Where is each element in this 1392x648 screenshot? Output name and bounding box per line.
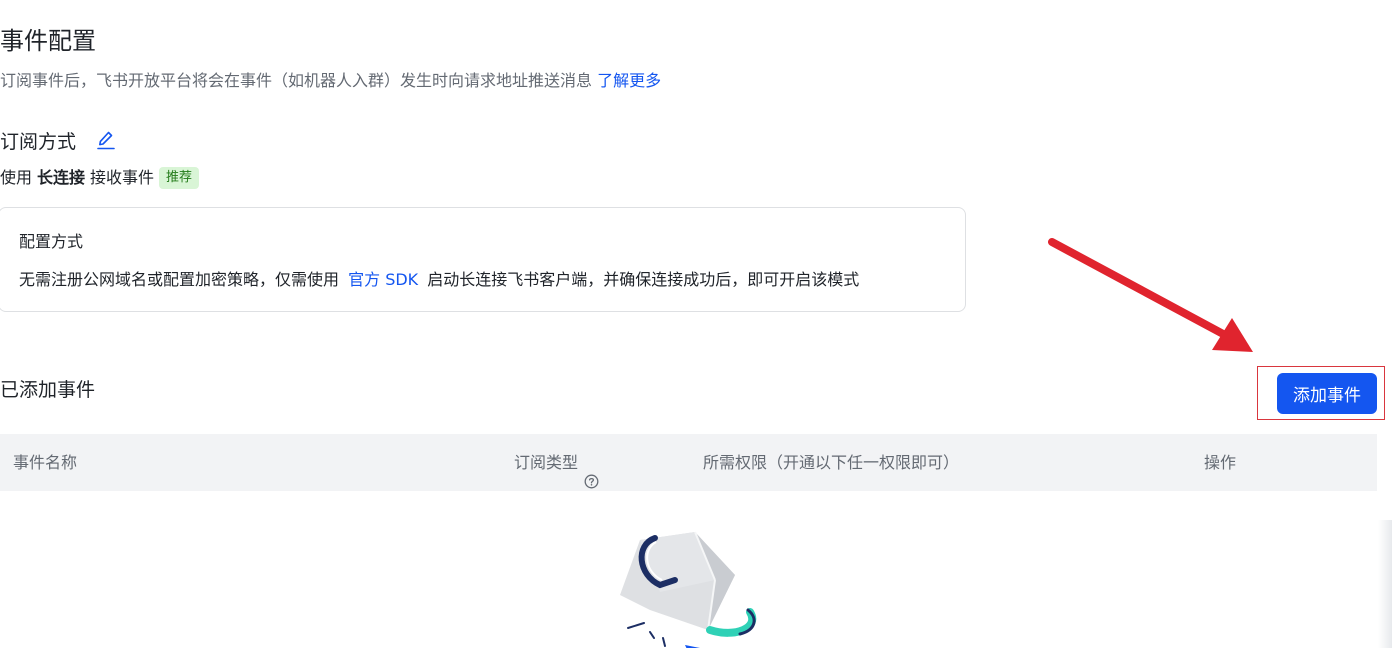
page-title: 事件配置 xyxy=(0,27,96,55)
subscription-heading-row: 订阅方式 xyxy=(0,127,116,153)
recommend-badge: 推荐 xyxy=(159,167,200,189)
method-prefix: 使用 xyxy=(0,168,33,187)
add-event-button[interactable]: 添加事件 xyxy=(1277,373,1377,414)
description-text: 订阅事件后，飞书开放平台将会在事件（如机器人入群）发生时向请求地址推送消息 xyxy=(0,71,593,90)
official-sdk-link[interactable]: 官方 SDK xyxy=(348,270,418,289)
page-description: 订阅事件后，飞书开放平台将会在事件（如机器人入群）发生时向请求地址推送消息 了解… xyxy=(0,69,661,93)
learn-more-link[interactable]: 了解更多 xyxy=(597,71,661,90)
column-event-name: 事件名称 xyxy=(13,453,78,472)
question-circle-icon[interactable] xyxy=(584,455,599,489)
config-card-title: 配置方式 xyxy=(19,232,84,251)
event-config-page: 事件配置 订阅事件后，飞书开放平台将会在事件（如机器人入群）发生时向请求地址推送… xyxy=(0,0,1392,648)
edit-pencil-icon[interactable] xyxy=(96,129,116,151)
config-body-suffix: 启动长连接飞书客户端，并确保连接成功后，即可开启该模式 xyxy=(427,270,860,289)
config-card-body: 无需注册公网域名或配置加密策略，仅需使用 官方 SDK 启动长连接飞书客户端，并… xyxy=(19,268,859,292)
column-actions: 操作 xyxy=(1204,453,1237,472)
events-table-header: 事件名称 订阅类型 所需权限（开通以下任一权限即可） 操作 xyxy=(0,434,1377,491)
column-subscription-type-label: 订阅类型 xyxy=(514,453,579,472)
method-name: 长连接 xyxy=(37,168,86,187)
empty-box-illustration xyxy=(620,531,757,648)
right-edge-shadow xyxy=(1378,520,1392,648)
column-subscription-type: 订阅类型 xyxy=(514,434,599,491)
column-required-permissions: 所需权限（开通以下任一权限即可） xyxy=(703,453,960,472)
subscription-heading: 订阅方式 xyxy=(0,130,77,153)
config-method-card: 配置方式 无需注册公网域名或配置加密策略，仅需使用 官方 SDK 启动长连接飞书… xyxy=(0,207,966,312)
config-body-prefix: 无需注册公网域名或配置加密策略，仅需使用 xyxy=(19,270,340,289)
added-events-title: 已添加事件 xyxy=(0,379,96,401)
annotation-arrow xyxy=(1048,238,1253,352)
method-suffix: 接收事件 xyxy=(90,168,155,187)
subscription-method: 使用 长连接 接收事件 推荐 xyxy=(0,166,200,190)
